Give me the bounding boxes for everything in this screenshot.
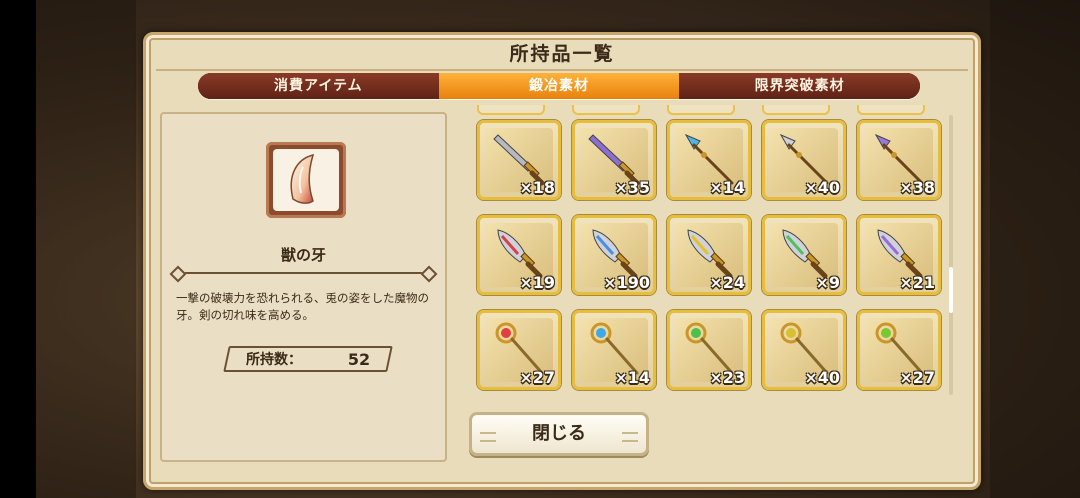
item-slot[interactable]: ×27 — [477, 310, 561, 390]
background-bookshelf-right — [990, 0, 1080, 498]
item-quantity: ×190 — [603, 273, 650, 292]
owned-value: 52 — [347, 349, 370, 369]
item-quantity: ×38 — [899, 178, 935, 197]
item-slot[interactable]: ×14 — [667, 120, 751, 200]
grid-scrollbar[interactable] — [949, 115, 953, 395]
item-quantity: ×35 — [614, 178, 650, 197]
previous-row-peek — [463, 105, 957, 115]
item-slot[interactable]: ×190 — [572, 215, 656, 295]
fang-icon — [290, 153, 315, 204]
item-quantity: ×40 — [804, 368, 840, 387]
item-slot[interactable]: ×38 — [857, 120, 941, 200]
item-detail-panel: 獣の牙 一撃の破壊力を恐れられる、兎の姿をした魔物の牙。剣の切れ味を高める。 所… — [160, 112, 447, 462]
tab-limit-break-materials[interactable]: 限界突破素材 — [679, 73, 920, 99]
item-quantity: ×9 — [815, 273, 840, 292]
item-quantity: ×40 — [804, 178, 840, 197]
detail-divider — [176, 272, 431, 274]
close-button-label: 閉じる — [532, 423, 586, 444]
item-slot[interactable]: ×40 — [762, 120, 846, 200]
scroll-thumb[interactable] — [949, 267, 953, 313]
category-tabs: 消費アイテム 鍛冶素材 限界突破素材 — [198, 73, 920, 99]
item-quantity: ×27 — [519, 368, 555, 387]
inventory-window: 所持品一覧 消費アイテム 鍛冶素材 限界突破素材 獣の牙 一撃の破壊力を恐れられ… — [143, 32, 981, 490]
title-divider — [156, 69, 968, 71]
item-slot[interactable]: ×14 — [572, 310, 656, 390]
item-quantity: ×24 — [709, 273, 745, 292]
item-slot[interactable]: ×24 — [667, 215, 751, 295]
item-quantity: ×27 — [899, 368, 935, 387]
item-quantity: ×14 — [614, 368, 650, 387]
item-slot[interactable]: ×27 — [857, 310, 941, 390]
background-bookshelf — [36, 0, 136, 498]
button-deco-left — [480, 432, 496, 442]
tab-consumables[interactable]: 消費アイテム — [198, 73, 439, 99]
item-slot[interactable]: ×35 — [572, 120, 656, 200]
item-slot[interactable]: ×21 — [857, 215, 941, 295]
item-slot[interactable]: ×18 — [477, 120, 561, 200]
close-button[interactable]: 閉じる — [469, 412, 649, 456]
item-quantity: ×23 — [709, 368, 745, 387]
item-icon-frame — [266, 142, 346, 218]
item-name: 獣の牙 — [280, 246, 326, 264]
owned-label: 所持数： — [246, 352, 302, 368]
item-slot[interactable]: ×23 — [667, 310, 751, 390]
button-deco-right — [622, 432, 638, 442]
item-quantity: ×14 — [709, 178, 745, 197]
item-quantity: ×18 — [519, 178, 555, 197]
tab-smithing-materials[interactable]: 鍛冶素材 — [438, 73, 680, 99]
item-slot[interactable]: ×19 — [477, 215, 561, 295]
item-slot[interactable]: ×9 — [762, 215, 846, 295]
item-description: 一撃の破壊力を恐れられる、兎の姿をした魔物の牙。剣の切れ味を高める。 — [176, 291, 429, 322]
item-grid[interactable]: ×18 ×35 ×14 ×40 ×38 ×19 ×190 ×24 ×9 ×21 … — [463, 105, 957, 402]
item-slot[interactable]: ×40 — [762, 310, 846, 390]
item-quantity: ×19 — [519, 273, 555, 292]
owned-count-box: 所持数： 52 — [223, 346, 393, 372]
left-black-bar — [0, 0, 36, 498]
window-title: 所持品一覧 — [509, 43, 615, 65]
item-quantity: ×21 — [899, 273, 935, 292]
